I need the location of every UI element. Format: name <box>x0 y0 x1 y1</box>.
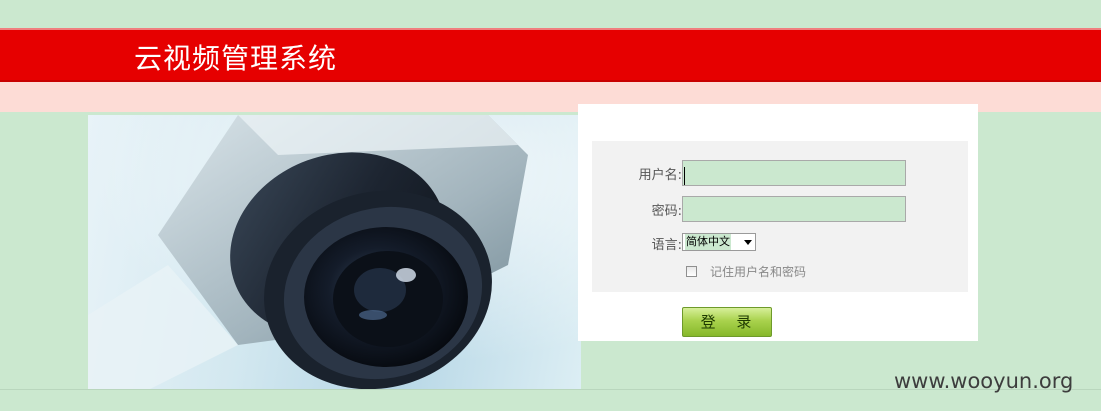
dropdown-arrow-icon <box>744 240 752 245</box>
username-input[interactable] <box>682 160 906 186</box>
password-input[interactable] <box>682 196 906 222</box>
login-form-panel: 用户名: 密码: 语言: 简体中文 记住用户名和密码 <box>592 141 968 292</box>
header-bar: 云视频管理系统 <box>0 30 1101 82</box>
remember-label: 记住用户名和密码 <box>710 265 807 279</box>
language-select[interactable]: 简体中文 <box>682 233 756 251</box>
camera-photo <box>88 115 581 390</box>
app-title: 云视频管理系统 <box>134 42 338 75</box>
password-label: 密码: <box>651 204 682 219</box>
text-cursor <box>684 167 685 185</box>
watermark: www.wooyun.org <box>894 369 1074 393</box>
language-selected-value: 简体中文 <box>685 234 731 250</box>
language-label: 语言: <box>651 238 682 253</box>
username-label: 用户名: <box>638 168 682 183</box>
login-button[interactable]: 登 录 <box>682 307 772 337</box>
security-camera-illustration <box>88 115 581 390</box>
login-box: 用户名: 密码: 语言: 简体中文 记住用户名和密码 登 录 <box>578 104 978 341</box>
remember-checkbox[interactable] <box>686 266 697 277</box>
